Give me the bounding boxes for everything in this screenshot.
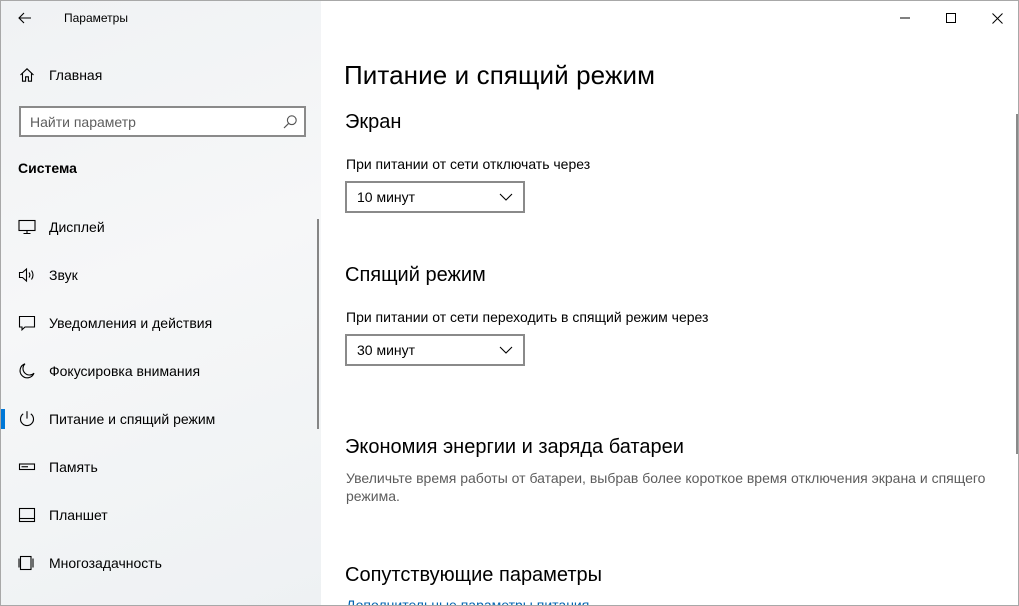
sidebar-item-label: Память — [49, 459, 98, 475]
energy-section-title: Экономия энергии и заряда батареи — [345, 436, 684, 458]
maximize-icon — [946, 13, 956, 23]
sidebar: Параметры Главная Система — [1, 1, 321, 605]
sleep-timeout-dropdown[interactable]: 30 минут — [345, 334, 525, 366]
chevron-down-icon — [499, 190, 513, 204]
sound-icon — [18, 266, 36, 284]
back-button[interactable] — [9, 3, 41, 33]
nav-list: Дисплей Звук Уведомления и действия Фоку… — [1, 203, 317, 587]
sidebar-item-label: Питание и спящий режим — [49, 411, 216, 427]
power-icon — [18, 410, 36, 428]
app-title: Параметры — [64, 11, 128, 25]
notifications-icon — [18, 314, 36, 332]
sidebar-scrollbar[interactable] — [317, 219, 319, 429]
maximize-button[interactable] — [928, 1, 974, 35]
settings-window: Параметры Главная Система — [0, 0, 1019, 606]
minimize-button[interactable] — [882, 1, 928, 35]
sidebar-item-notifications[interactable]: Уведомления и действия — [1, 299, 317, 347]
section-title-system: Система — [18, 160, 77, 176]
search-icon[interactable] — [282, 114, 298, 130]
back-arrow-icon — [18, 12, 31, 24]
additional-power-settings-link[interactable]: Дополнительные параметры питания — [346, 597, 589, 605]
sidebar-item-label: Уведомления и действия — [49, 315, 213, 331]
sidebar-item-label: Многозадачность — [49, 555, 162, 571]
titlebar: Параметры — [1, 1, 321, 35]
sleep-section-title: Спящий режим — [345, 264, 486, 286]
home-label: Главная — [49, 67, 103, 83]
sidebar-item-label: Дисплей — [49, 219, 105, 235]
storage-icon — [18, 458, 36, 476]
home-icon — [19, 67, 35, 83]
close-button[interactable] — [974, 1, 1018, 35]
content-pane: Питание и спящий режим Экран При питании… — [321, 1, 1018, 605]
focus-assist-icon — [18, 362, 36, 380]
search-box[interactable] — [19, 106, 306, 137]
sidebar-item-multitasking[interactable]: Многозадачность — [1, 539, 317, 587]
sidebar-item-tablet[interactable]: Планшет — [1, 491, 317, 539]
home-nav-item[interactable]: Главная — [1, 57, 321, 93]
screen-timeout-dropdown[interactable]: 10 минут — [345, 181, 525, 213]
tablet-icon — [18, 506, 36, 524]
sidebar-item-label: Фокусировка внимания — [49, 363, 201, 379]
chevron-down-icon — [499, 343, 513, 357]
display-icon — [18, 218, 36, 236]
page-title: Питание и спящий режим — [344, 60, 656, 90]
sidebar-item-storage[interactable]: Память — [1, 443, 317, 491]
sidebar-item-power-sleep[interactable]: Питание и спящий режим — [1, 395, 317, 443]
multitasking-icon — [18, 554, 36, 572]
sidebar-item-display[interactable]: Дисплей — [1, 203, 317, 251]
sleep-timeout-value: 30 минут — [357, 342, 416, 358]
window-controls — [882, 1, 1018, 35]
content-scrollbar[interactable] — [1016, 114, 1018, 454]
sleep-timeout-label: При питании от сети переходить в спящий … — [346, 309, 709, 325]
sidebar-item-sound[interactable]: Звук — [1, 251, 317, 299]
sidebar-item-label: Звук — [49, 267, 78, 283]
active-indicator — [1, 409, 5, 429]
related-settings-title: Сопутствующие параметры — [345, 564, 603, 586]
minimize-icon — [900, 17, 910, 19]
energy-description: Увеличьте время работы от батареи, выбра… — [346, 470, 986, 504]
sidebar-item-focus-assist[interactable]: Фокусировка внимания — [1, 347, 317, 395]
screen-section-title: Экран — [345, 111, 402, 133]
sidebar-item-label: Планшет — [49, 507, 108, 523]
screen-timeout-label: При питании от сети отключать через — [346, 156, 591, 172]
search-input[interactable] — [21, 113, 271, 130]
close-icon — [991, 12, 1003, 24]
screen-timeout-value: 10 минут — [357, 189, 416, 205]
